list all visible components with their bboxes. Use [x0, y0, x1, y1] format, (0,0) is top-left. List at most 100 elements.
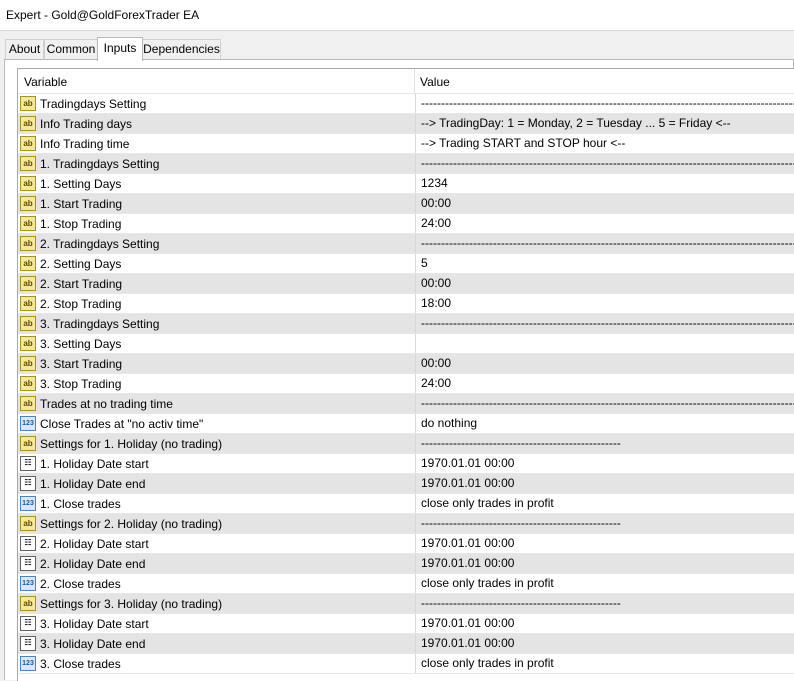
tab-inputs[interactable]: Inputs: [97, 37, 143, 61]
variable-value[interactable]: close only trades in profit: [415, 574, 794, 593]
table-row[interactable]: ☷ 3. Holiday Date start 1970.01.01 00:00: [18, 614, 794, 634]
table-row[interactable]: 123 2. Close trades close only trades in p…: [18, 574, 794, 594]
variable-name: 2. Start Trading: [40, 277, 123, 291]
header-value[interactable]: Value: [420, 75, 450, 89]
variable-name: 1. Tradingdays Setting: [40, 157, 160, 171]
calendar-icon: ☷: [20, 476, 36, 491]
variable-value[interactable]: 18:00: [415, 294, 794, 313]
number-type-icon: 123: [20, 656, 36, 671]
variable-value[interactable]: ----------------------------------------…: [415, 514, 794, 533]
variable-name: 2. Setting Days: [40, 257, 122, 271]
tab-dependencies[interactable]: Dependencies: [142, 39, 221, 59]
text-type-icon: ab: [20, 256, 36, 271]
variable-value[interactable]: 1234: [415, 174, 794, 193]
variable-name: 3. Tradingdays Setting: [40, 317, 160, 331]
inputs-panel: Variable Value ab Tradingdays Setting ----…: [4, 59, 794, 681]
number-type-icon: 123: [20, 576, 36, 591]
variable-name: 1. Holiday Date start: [40, 457, 149, 471]
table-row[interactable]: 123 Close Trades at "no activ time" do not…: [18, 414, 794, 434]
variable-value[interactable]: ----------------------------------------…: [415, 234, 794, 253]
variable-name: 2. Close trades: [40, 577, 121, 591]
table-row[interactable]: ab Tradingdays Setting -------------------…: [18, 94, 794, 114]
variable-name: 2. Holiday Date end: [40, 557, 146, 571]
table-row[interactable]: ab 2. Stop Trading 18:00: [18, 294, 794, 314]
variable-value[interactable]: ----------------------------------------…: [415, 434, 794, 453]
table-row[interactable]: ☷ 1. Holiday Date end 1970.01.01 00:00: [18, 474, 794, 494]
table-row[interactable]: ab 2. Tradingdays Setting ----------------…: [18, 234, 794, 254]
table-row[interactable]: ab 1. Setting Days 1234: [18, 174, 794, 194]
table-row[interactable]: ab Settings for 3. Holiday (no trading) --…: [18, 594, 794, 614]
text-type-icon: ab: [20, 376, 36, 391]
table-row[interactable]: ab 2. Start Trading 00:00: [18, 274, 794, 294]
tab-about[interactable]: About: [5, 39, 44, 59]
calendar-icon: ☷: [20, 556, 36, 571]
text-type-icon: ab: [20, 236, 36, 251]
variable-value[interactable]: 1970.01.01 00:00: [415, 554, 794, 573]
table-row[interactable]: ab 3. Start Trading 00:00: [18, 354, 794, 374]
table-row[interactable]: ab 2. Setting Days 5: [18, 254, 794, 274]
variable-name: 1. Close trades: [40, 497, 121, 511]
variable-name: Info Trading time: [40, 137, 130, 151]
variable-value[interactable]: --> Trading START and STOP hour <--: [415, 134, 794, 153]
table-row[interactable]: ☷ 3. Holiday Date end 1970.01.01 00:00: [18, 634, 794, 654]
header-separator[interactable]: [414, 69, 415, 93]
variable-name: 2. Stop Trading: [40, 297, 122, 311]
grid-rows: ab Tradingdays Setting -------------------…: [18, 94, 794, 674]
variable-value[interactable]: 1970.01.01 00:00: [415, 454, 794, 473]
variable-value[interactable]: 24:00: [415, 374, 794, 393]
table-row[interactable]: 123 1. Close trades close only trades in p…: [18, 494, 794, 514]
table-row[interactable]: ☷ 1. Holiday Date start 1970.01.01 00:00: [18, 454, 794, 474]
variable-value[interactable]: do nothing: [415, 414, 794, 433]
variable-value[interactable]: 1970.01.01 00:00: [415, 534, 794, 553]
table-row[interactable]: ab 1. Start Trading 00:00: [18, 194, 794, 214]
variable-value[interactable]: close only trades in profit: [415, 654, 794, 673]
variable-name: Close Trades at "no activ time": [40, 417, 204, 431]
table-row[interactable]: ab Trades at no trading time -------------…: [18, 394, 794, 414]
variable-value[interactable]: close only trades in profit: [415, 494, 794, 513]
variable-value[interactable]: ----------------------------------------…: [415, 594, 794, 613]
variable-value[interactable]: [415, 334, 794, 353]
calendar-icon: ☷: [20, 456, 36, 471]
window-title: Expert - Gold@GoldForexTrader EA: [6, 8, 200, 22]
grid-header: Variable Value: [18, 69, 794, 94]
variable-value[interactable]: 24:00: [415, 214, 794, 233]
variable-value[interactable]: 00:00: [415, 274, 794, 293]
title-bar: Expert - Gold@GoldForexTrader EA: [0, 0, 794, 31]
text-type-icon: ab: [20, 596, 36, 611]
table-row[interactable]: ☷ 2. Holiday Date end 1970.01.01 00:00: [18, 554, 794, 574]
text-type-icon: ab: [20, 116, 36, 131]
variable-name: Settings for 2. Holiday (no trading): [40, 517, 223, 531]
header-variable[interactable]: Variable: [24, 75, 67, 89]
table-row[interactable]: ab 3. Tradingdays Setting ----------------…: [18, 314, 794, 334]
table-row[interactable]: ab 3. Setting Days: [18, 334, 794, 354]
variable-value[interactable]: 00:00: [415, 194, 794, 213]
table-row[interactable]: ab Info Trading time --> Trading START and…: [18, 134, 794, 154]
number-type-icon: 123: [20, 416, 36, 431]
variable-value[interactable]: ----------------------------------------…: [415, 154, 794, 173]
text-type-icon: ab: [20, 356, 36, 371]
variable-value[interactable]: ----------------------------------------…: [415, 94, 794, 113]
table-row[interactable]: ab Settings for 1. Holiday (no trading) --…: [18, 434, 794, 454]
table-row[interactable]: ab Settings for 2. Holiday (no trading) --…: [18, 514, 794, 534]
variable-value[interactable]: 5: [415, 254, 794, 273]
variable-value[interactable]: 1970.01.01 00:00: [415, 634, 794, 653]
text-type-icon: ab: [20, 156, 36, 171]
table-row[interactable]: ab 1. Stop Trading 24:00: [18, 214, 794, 234]
table-row[interactable]: ab Info Trading days --> TradingDay: 1 = M…: [18, 114, 794, 134]
variable-name: 3. Holiday Date start: [40, 617, 149, 631]
text-type-icon: ab: [20, 276, 36, 291]
variable-name: Trades at no trading time: [40, 397, 173, 411]
variable-value[interactable]: ----------------------------------------…: [415, 314, 794, 333]
variable-value[interactable]: 1970.01.01 00:00: [415, 614, 794, 633]
tab-common[interactable]: Common: [44, 39, 98, 59]
table-row[interactable]: ab 1. Tradingdays Setting ----------------…: [18, 154, 794, 174]
text-type-icon: ab: [20, 216, 36, 231]
table-row[interactable]: ☷ 2. Holiday Date start 1970.01.01 00:00: [18, 534, 794, 554]
variable-value[interactable]: 00:00: [415, 354, 794, 373]
variable-value[interactable]: --> TradingDay: 1 = Monday, 2 = Tuesday …: [415, 114, 794, 133]
table-row[interactable]: ab 3. Stop Trading 24:00: [18, 374, 794, 394]
variable-value[interactable]: ----------------------------------------…: [415, 394, 794, 413]
text-type-icon: ab: [20, 96, 36, 111]
variable-value[interactable]: 1970.01.01 00:00: [415, 474, 794, 493]
table-row[interactable]: 123 3. Close trades close only trades in p…: [18, 654, 794, 674]
